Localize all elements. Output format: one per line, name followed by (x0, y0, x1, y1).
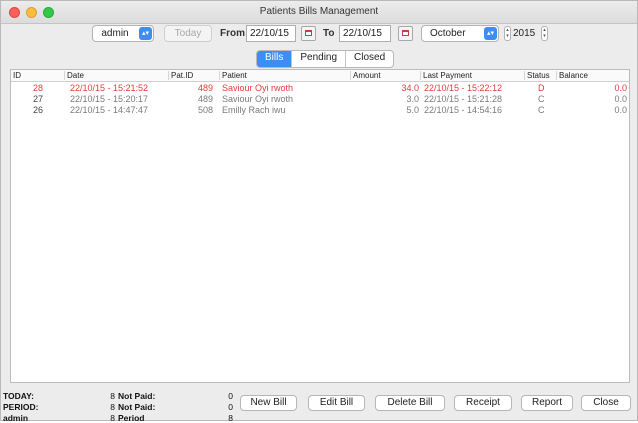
column-header-id[interactable]: ID (11, 71, 21, 80)
today-count: 8 (110, 391, 115, 401)
user-select-value: admin (101, 28, 129, 39)
period-not-paid-label: Not Paid: (118, 402, 156, 412)
user-label: admin (3, 413, 29, 423)
user-select[interactable]: admin ▴▾ (92, 25, 154, 42)
user-count: 8 (110, 413, 115, 423)
month-select-value: October (430, 28, 466, 39)
title-bar: Patients Bills Management (1, 1, 637, 24)
cell-status: C (538, 105, 545, 115)
cell-pat-id: 489 (197, 83, 213, 93)
chevron-updown-icon: ▴▾ (484, 27, 497, 40)
column-header-patient[interactable]: Patient (219, 71, 247, 80)
receipt-button[interactable]: Receipt (454, 395, 512, 411)
cell-last-payment: 22/10/15 - 15:21:28 (424, 94, 503, 104)
column-header-last-payment[interactable]: Last Payment (420, 71, 472, 80)
close-button[interactable]: Close (581, 395, 631, 411)
cell-patient: Saviour Oyi rwoth (222, 94, 294, 104)
month-select[interactable]: October ▴▾ (421, 25, 499, 42)
today-button[interactable]: Today (164, 25, 212, 42)
cell-status: D (538, 83, 545, 93)
column-header-status[interactable]: Status (524, 71, 550, 80)
cell-id: 26 (32, 105, 43, 115)
period-count: 8 (110, 402, 115, 412)
cell-balance: 0.0 (614, 83, 627, 93)
cell-amount: 5.0 (406, 105, 419, 115)
from-label: From (220, 28, 245, 39)
to-label: To (323, 28, 335, 39)
bills-table[interactable]: ID Date Pat.ID Patient Amount Last Payme… (10, 69, 630, 383)
cell-id: 27 (32, 94, 43, 104)
cell-patient: Saviour Oyi rwoth (222, 83, 294, 93)
cell-balance: 0.0 (614, 94, 627, 104)
window-title: Patients Bills Management (259, 6, 379, 17)
month-stepper[interactable]: ▴ ▾ (504, 26, 511, 41)
chevron-updown-icon: ▴▾ (139, 27, 152, 40)
user-period-label: Period (118, 413, 145, 423)
column-header-date[interactable]: Date (64, 71, 84, 80)
cell-balance: 0.0 (614, 105, 627, 115)
cell-amount: 34.0 (401, 83, 419, 93)
to-date-field[interactable]: 22/10/15 (339, 25, 391, 42)
view-tabs: Bills Pending Closed (256, 50, 395, 68)
period-not-paid-value: 0 (228, 402, 233, 412)
cell-pat-id: 508 (197, 105, 213, 115)
cell-date: 22/10/15 - 14:47:47 (70, 105, 149, 115)
new-bill-button[interactable]: New Bill (240, 395, 297, 411)
to-calendar-icon[interactable] (398, 26, 413, 41)
cell-status: C (538, 94, 545, 104)
from-date-field[interactable]: 22/10/15 (246, 25, 296, 42)
today-not-paid-value: 0 (228, 391, 233, 401)
column-header-amount[interactable]: Amount (350, 71, 381, 80)
cell-last-payment: 22/10/15 - 15:22:12 (424, 83, 503, 93)
delete-bill-button[interactable]: Delete Bill (375, 395, 445, 411)
tab-pending[interactable]: Pending (292, 51, 347, 67)
user-period-value: 8 (228, 413, 233, 423)
tab-bills[interactable]: Bills (257, 51, 293, 67)
year-field[interactable]: 2015 (513, 25, 535, 42)
cell-pat-id: 489 (197, 94, 213, 104)
cell-amount: 3.0 (406, 94, 419, 104)
today-not-paid-label: Not Paid: (118, 391, 156, 401)
table-row[interactable]: 28 22/10/15 - 15:21:52 489 Saviour Oyi r… (11, 83, 629, 93)
tab-closed[interactable]: Closed (346, 51, 393, 67)
cell-last-payment: 22/10/15 - 14:54:16 (424, 105, 503, 115)
column-header-pat-id[interactable]: Pat.ID (168, 71, 193, 80)
today-label: TODAY: (3, 391, 35, 401)
cell-date: 22/10/15 - 15:20:17 (70, 94, 149, 104)
column-header-balance[interactable]: Balance (556, 71, 588, 80)
table-row[interactable]: 26 22/10/15 - 14:47:47 508 Emilly Rach i… (11, 105, 629, 115)
period-label: PERIOD: (3, 402, 39, 412)
cell-date: 22/10/15 - 15:21:52 (70, 83, 149, 93)
year-stepper[interactable]: ▴ ▾ (541, 26, 548, 41)
from-calendar-icon[interactable] (301, 26, 316, 41)
cell-patient: Emilly Rach iwu (222, 105, 286, 115)
table-row[interactable]: 27 22/10/15 - 15:20:17 489 Saviour Oyi r… (11, 94, 629, 104)
table-header: ID Date Pat.ID Patient Amount Last Payme… (11, 70, 629, 82)
edit-bill-button[interactable]: Edit Bill (308, 395, 365, 411)
report-button[interactable]: Report (521, 395, 573, 411)
bills-window: Patients Bills Management admin ▴▾ Today… (0, 0, 638, 423)
cell-id: 28 (32, 83, 43, 93)
